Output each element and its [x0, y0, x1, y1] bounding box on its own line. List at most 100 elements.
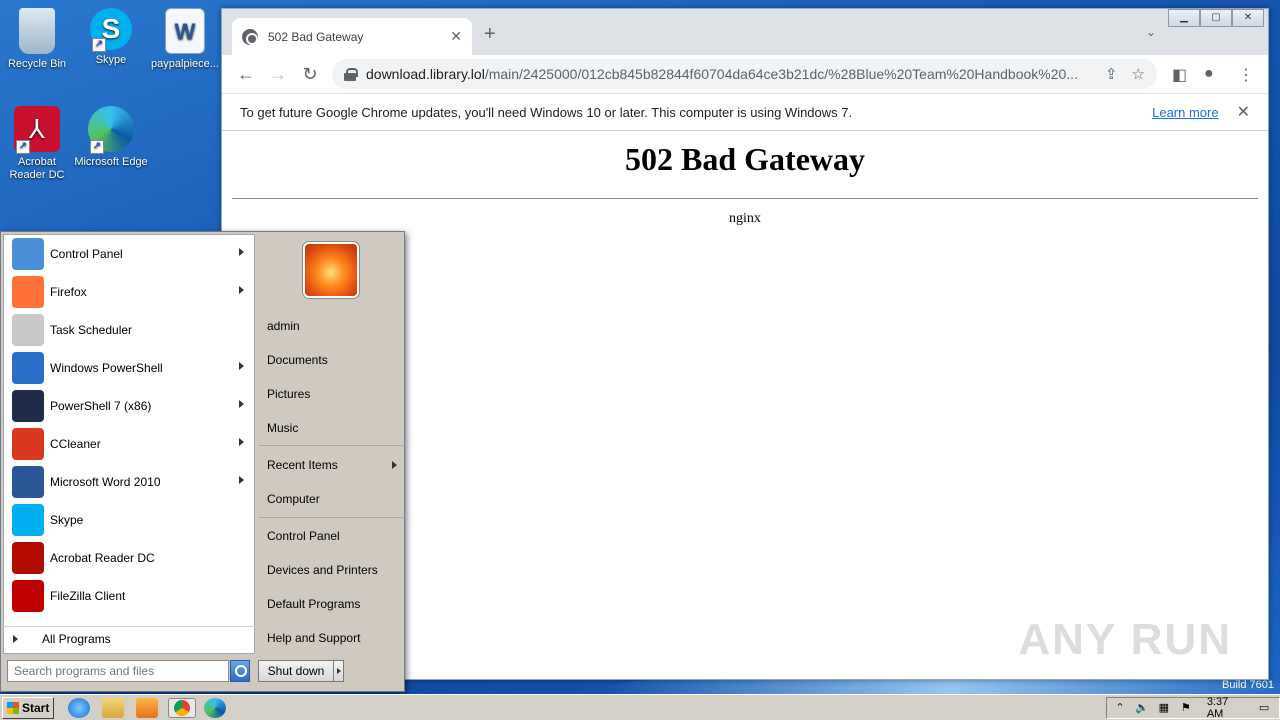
documents-link[interactable]: Documents — [267, 353, 328, 367]
shortcut-arrow-icon: ↗ — [92, 38, 106, 52]
address-bar[interactable]: download.library.lol/main/2425000/012cb8… — [332, 59, 1157, 89]
default-programs-link[interactable]: Default Programs — [267, 597, 360, 611]
show-desktop-icon[interactable]: ▭ — [1257, 701, 1271, 715]
user-picture[interactable] — [303, 242, 359, 298]
recent-items-arrow-icon — [392, 461, 397, 469]
infobar-message: To get future Google Chrome updates, you… — [240, 104, 853, 120]
program-skype[interactable]: Skype — [4, 501, 254, 539]
new-tab-button[interactable]: + — [484, 23, 496, 46]
close-window-button[interactable]: ✕ — [1232, 9, 1264, 27]
start-button[interactable]: Start — [2, 697, 54, 719]
volume-icon[interactable]: 🔈 — [1135, 701, 1149, 715]
tab-strip: 502 Bad Gateway ✕ + ⌄ ▁ ▢ ✕ — [222, 9, 1268, 55]
microsoft-word-2010-icon — [12, 466, 44, 498]
browser-tab[interactable]: 502 Bad Gateway ✕ — [232, 18, 472, 55]
tab-title: 502 Bad Gateway — [268, 29, 364, 44]
profile-avatar-icon[interactable]: ● — [1204, 65, 1214, 83]
network-icon[interactable]: ▦ — [1157, 701, 1171, 715]
user-folder-link[interactable]: admin — [267, 319, 300, 333]
shortcut-arrow-icon: ↗ — [90, 140, 104, 154]
program-label: Skype — [50, 513, 84, 527]
close-tab-icon[interactable]: ✕ — [450, 28, 462, 45]
program-label: PowerShell 7 (x86) — [50, 399, 152, 413]
devices-printers-link[interactable]: Devices and Printers — [267, 563, 378, 577]
maximize-button[interactable]: ▢ — [1200, 9, 1232, 27]
program-label: Control Panel — [50, 247, 123, 261]
pictures-link[interactable]: Pictures — [267, 387, 310, 401]
anyrun-watermark: ANY RUN — [1018, 615, 1232, 664]
control-panel-link[interactable]: Control Panel — [267, 529, 340, 543]
desktop-icon-skype[interactable]: S ↗ Skype — [74, 8, 148, 67]
kebab-menu-icon[interactable]: ⋮ — [1238, 65, 1254, 85]
shut-down-options-arrow[interactable] — [333, 660, 344, 682]
desktop-icon-edge[interactable]: ↗ Microsoft Edge — [74, 106, 148, 169]
program-windows-powershell[interactable]: Windows PowerShell — [4, 349, 254, 387]
all-programs-button[interactable]: All Programs — [3, 626, 255, 650]
program-control-panel[interactable]: Control Panel — [4, 235, 254, 273]
program-filezilla-client[interactable]: FileZilla Client — [4, 577, 254, 615]
separator — [259, 445, 403, 446]
update-infobar: To get future Google Chrome updates, you… — [222, 93, 1268, 131]
chrome-taskbar-button[interactable] — [168, 698, 196, 718]
word-document-icon: W — [165, 8, 205, 54]
media-player-icon[interactable] — [136, 698, 158, 718]
windows-powershell-icon — [12, 352, 44, 384]
chrome-icon — [174, 700, 190, 716]
program-powershell-7-x86[interactable]: PowerShell 7 (x86) — [4, 387, 254, 425]
music-link[interactable]: Music — [267, 421, 298, 435]
learn-more-link[interactable]: Learn more — [1152, 105, 1218, 120]
program-task-scheduler[interactable]: Task Scheduler — [4, 311, 254, 349]
url-text[interactable]: download.library.lol/main/2425000/012cb8… — [366, 66, 1091, 82]
computer-link[interactable]: Computer — [267, 492, 320, 506]
search-icon[interactable] — [230, 660, 250, 682]
acrobat-icon: ⅄ ↗ — [14, 106, 60, 154]
tab-search-chevron-icon[interactable]: ⌄ — [1146, 25, 1156, 39]
page-heading: 502 Bad Gateway — [625, 141, 865, 177]
lock-icon[interactable] — [344, 68, 358, 81]
program-acrobat-reader-dc[interactable]: Acrobat Reader DC — [4, 539, 254, 577]
acrobat-reader-dc-icon — [12, 542, 44, 574]
action-center-flag-icon[interactable]: ⚑ — [1179, 701, 1193, 715]
taskbar: Start ⌃ 🔈 ▦ ⚑ 3:37 AM ▭ — [0, 694, 1280, 720]
skype-icon: S ↗ — [90, 8, 132, 52]
program-microsoft-word-2010[interactable]: Microsoft Word 2010 — [4, 463, 254, 501]
desktop-icon-recycle-bin[interactable]: Recycle Bin — [0, 8, 74, 71]
triangle-right-icon — [13, 634, 18, 643]
shut-down-button[interactable]: Shut down — [258, 660, 334, 682]
file-explorer-icon[interactable] — [102, 698, 124, 718]
help-support-link[interactable]: Help and Support — [267, 631, 360, 645]
back-arrow-icon[interactable]: ← — [230, 64, 262, 85]
ccleaner-icon — [12, 428, 44, 460]
program-label: Task Scheduler — [50, 323, 133, 337]
infobar-close-icon[interactable]: ✕ — [1237, 102, 1250, 122]
show-hidden-icons-arrow[interactable]: ⌃ — [1113, 701, 1127, 715]
submenu-arrow-icon — [239, 286, 244, 294]
submenu-arrow-icon — [239, 400, 244, 408]
submenu-arrow-icon — [239, 362, 244, 370]
system-tray: ⌃ 🔈 ▦ ⚑ 3:37 AM ▭ — [1106, 696, 1280, 720]
internet-explorer-icon[interactable] — [68, 698, 90, 718]
side-panel-icon[interactable]: ◧ — [1172, 65, 1187, 85]
program-ccleaner[interactable]: CCleaner — [4, 425, 254, 463]
desktop-icon-acrobat[interactable]: ⅄ ↗ Acrobat Reader DC — [0, 106, 74, 182]
forward-arrow-icon[interactable]: → — [262, 64, 294, 85]
submenu-arrow-icon — [239, 438, 244, 446]
minimize-button[interactable]: ▁ — [1168, 9, 1200, 27]
program-label: Microsoft Word 2010 — [50, 475, 161, 489]
reload-icon[interactable]: ↻ — [294, 64, 326, 85]
edge-taskbar-icon[interactable] — [204, 698, 226, 718]
program-label: Acrobat Reader DC — [50, 551, 155, 565]
program-firefox[interactable]: Firefox — [4, 273, 254, 311]
program-label: Windows PowerShell — [50, 361, 163, 375]
task-scheduler-icon — [12, 314, 44, 346]
windows-logo-icon — [7, 702, 19, 714]
clock[interactable]: 3:37 AM — [1207, 696, 1247, 720]
browser-toolbar: ← → ↻ download.library.lol/main/2425000/… — [222, 55, 1268, 93]
start-menu: Control Panel Firefox Task Scheduler Window… — [0, 231, 405, 692]
share-icon[interactable]: ⇪ — [1105, 65, 1118, 83]
search-programs-input[interactable] — [7, 660, 229, 682]
bookmark-star-icon[interactable]: ☆ — [1132, 65, 1145, 83]
edge-icon: ↗ — [88, 106, 134, 154]
desktop-icon-paypalpiece[interactable]: W paypalpiece... — [148, 8, 222, 71]
recent-items-link[interactable]: Recent Items — [267, 458, 338, 472]
